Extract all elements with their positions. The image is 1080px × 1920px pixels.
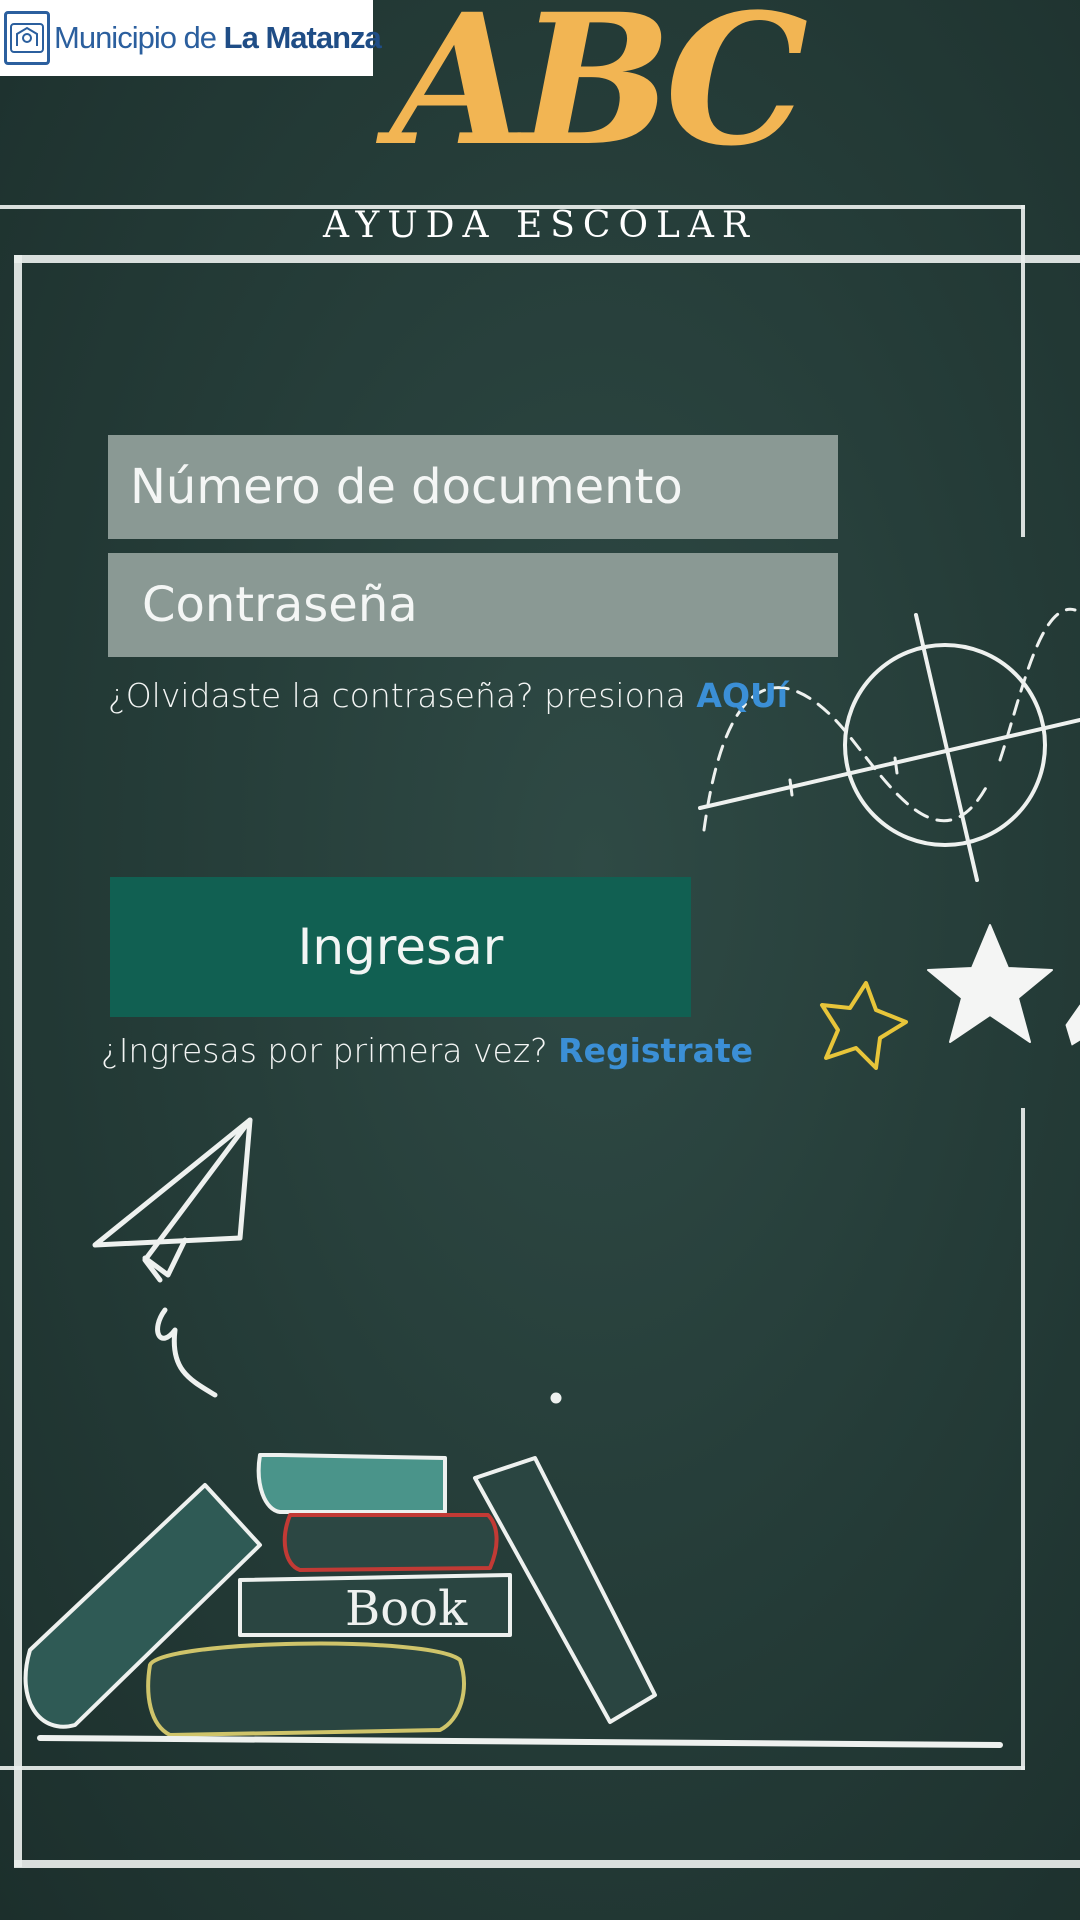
app-subtitle: AYUDA ESCOLAR xyxy=(323,205,757,246)
paper-plane-icon xyxy=(92,1117,562,1404)
books-icon: Book xyxy=(23,1453,1003,1748)
municipio-logo: Municipio de La Matanza xyxy=(0,0,382,76)
password-field[interactable] xyxy=(108,553,838,657)
login-button[interactable]: Ingresar xyxy=(110,877,691,1017)
logo-text-prefix: Municipio de xyxy=(54,20,224,55)
app-title: ABC xyxy=(390,0,808,186)
chalk-frame-right-outer-lower xyxy=(1021,1108,1025,1770)
svg-text:Book: Book xyxy=(345,1581,468,1637)
register-line: ¿Ingresas por primera vez? Registrate xyxy=(101,1031,753,1070)
forgot-password-link[interactable]: AQUí xyxy=(696,676,788,715)
register-link[interactable]: Registrate xyxy=(558,1031,753,1070)
chalk-frame-bottom-inner xyxy=(14,1860,1080,1868)
logo-text: Municipio de La Matanza xyxy=(54,20,382,56)
document-number-field[interactable] xyxy=(108,435,838,539)
register-text: ¿Ingresas por primera vez? xyxy=(101,1031,559,1070)
chalk-frame-bottom-outer xyxy=(0,1766,1025,1770)
chalk-frame-top-inner xyxy=(14,255,1080,263)
stars-icon xyxy=(820,924,1080,1070)
forgot-password-text: ¿Olvidaste la contraseña? presiona xyxy=(108,676,697,715)
forgot-password-line: ¿Olvidaste la contraseña? presiona AQUí xyxy=(108,676,788,715)
chalk-frame-left-inner xyxy=(14,255,22,1867)
municipal-crest-icon xyxy=(4,11,50,65)
logo-text-bold: La Matanza xyxy=(223,20,382,55)
